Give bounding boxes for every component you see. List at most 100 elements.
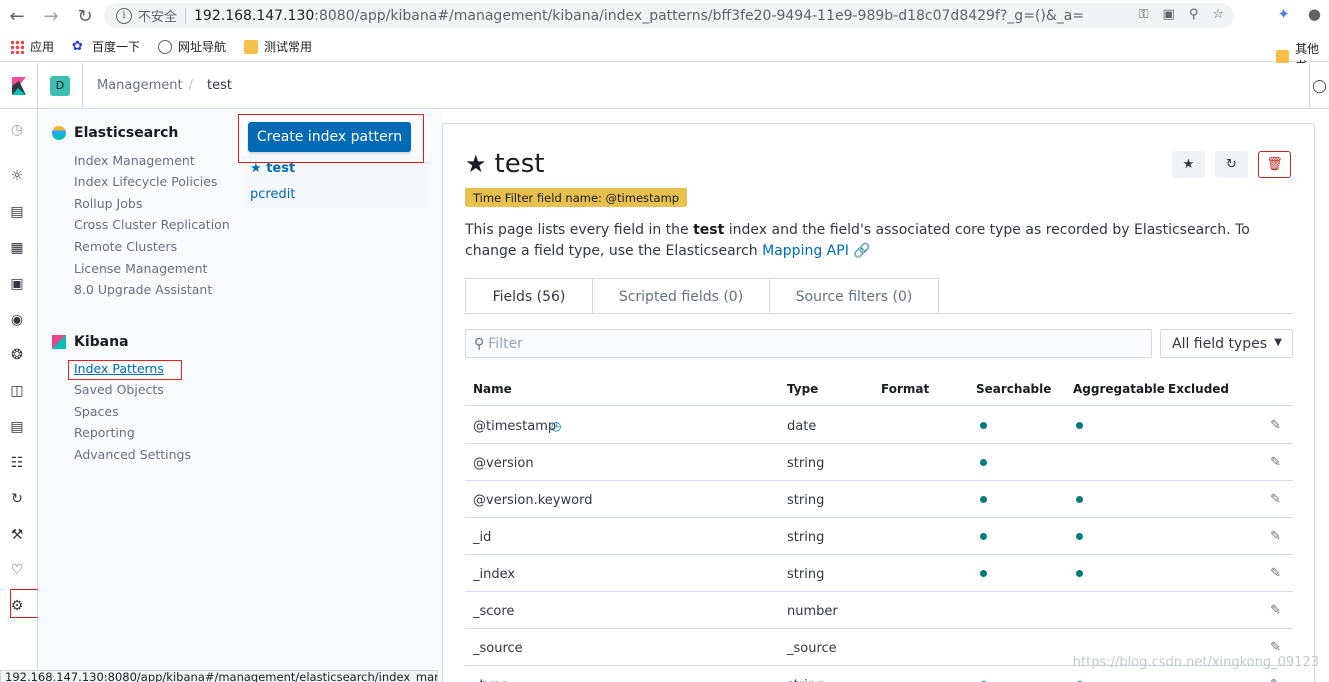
help-icon[interactable]: ◯ xyxy=(1309,63,1329,109)
sidebar-link-saved-objects[interactable]: Saved Objects xyxy=(74,382,164,397)
reload-icon[interactable]: ↻ xyxy=(72,3,98,29)
field-name: @version xyxy=(473,456,534,471)
profile-icon[interactable]: ● xyxy=(1308,5,1321,23)
edit-pencil-icon[interactable]: ✎ xyxy=(1270,455,1281,470)
discover-compass-icon[interactable]: ☼ xyxy=(8,167,26,185)
bookmark-star-icon[interactable]: ☆ xyxy=(1212,7,1224,22)
tab-source-filters[interactable]: Source filters (0) xyxy=(769,278,939,314)
forward-icon[interactable]: → xyxy=(38,3,64,29)
bookmark-label: 应用 xyxy=(30,40,55,54)
sidebar-link-upgrade[interactable]: 8.0 Upgrade Assistant xyxy=(74,282,212,297)
sidebar-link-rollup[interactable]: Rollup Jobs xyxy=(74,196,142,211)
browser-toolbar: ← → ↻ i 不安全 192.168.147.130:8080/app/kib… xyxy=(0,0,1329,32)
url-host: 192.168.147.130 xyxy=(194,7,315,24)
tab-scripted-fields[interactable]: Scripted fields (0) xyxy=(592,278,770,314)
address-bar[interactable]: i 不安全 192.168.147.130:8080/app/kibana#/m… xyxy=(104,3,1234,28)
bookmark-apps[interactable]: 应用 xyxy=(10,38,54,55)
sidebar-link-spaces[interactable]: Spaces xyxy=(74,404,119,419)
sidebar-link-ccr[interactable]: Cross Cluster Replication xyxy=(74,217,230,232)
refresh-fields-button[interactable]: ↻ xyxy=(1215,151,1248,178)
translate-icon[interactable]: ▣ xyxy=(1163,7,1175,22)
search-icon: ⚲ xyxy=(474,335,485,352)
logs-icon[interactable]: ▤ xyxy=(8,418,26,436)
globe-icon xyxy=(158,39,173,54)
field-tabs: Fields (56) Scripted fields (0) Source f… xyxy=(465,278,939,314)
searchable-dot xyxy=(980,533,987,540)
sidebar-link-license[interactable]: License Management xyxy=(74,261,207,276)
canvas-icon[interactable]: ▣ xyxy=(8,275,26,293)
link-label: Mapping API xyxy=(762,243,849,259)
edit-pencil-icon[interactable]: ✎ xyxy=(1270,418,1281,433)
recent-clock-icon[interactable]: ◷ xyxy=(8,121,26,139)
field-type: string xyxy=(787,678,824,682)
back-icon[interactable]: ← xyxy=(4,3,30,29)
field-type-select[interactable]: All field types ▼ xyxy=(1160,329,1293,358)
field-type: string xyxy=(787,493,825,508)
url-text[interactable]: 192.168.147.130:8080/app/kibana#/managem… xyxy=(194,8,1084,24)
col-searchable[interactable]: Searchable xyxy=(976,382,1051,396)
bookmark-folder-test[interactable]: 测试常用 xyxy=(244,38,312,55)
edit-pencil-icon[interactable]: ✎ xyxy=(1270,529,1281,544)
uptime-icon[interactable]: ↻ xyxy=(8,490,26,508)
space-avatar[interactable]: D xyxy=(50,75,70,96)
col-type[interactable]: Type xyxy=(787,382,818,396)
table-row: _id string ✎ xyxy=(465,518,1293,555)
field-type: string xyxy=(787,530,825,545)
field-type: date xyxy=(787,419,817,434)
edit-pencil-icon[interactable]: ✎ xyxy=(1270,492,1281,507)
edit-pencil-icon[interactable]: ✎ xyxy=(1270,603,1281,618)
monitoring-heart-icon[interactable]: ♡ xyxy=(8,561,26,579)
field-name: @timestamp xyxy=(473,419,557,434)
info-icon[interactable]: i xyxy=(116,7,132,24)
field-name: _score xyxy=(473,604,515,619)
kibana-logo-icon[interactable] xyxy=(0,62,38,109)
sidebar-link-ilm[interactable]: Index Lifecycle Policies xyxy=(74,174,217,189)
sidebar-link-remote-clusters[interactable]: Remote Clusters xyxy=(74,239,177,254)
time-filter-badge: Time Filter field name: @timestamp xyxy=(465,188,688,207)
aggregatable-dot xyxy=(1076,422,1083,429)
edit-pencil-icon[interactable]: ✎ xyxy=(1270,566,1281,581)
searchable-dot xyxy=(980,422,987,429)
edit-pencil-icon[interactable]: ✎ xyxy=(1270,677,1281,682)
field-type: string xyxy=(787,456,825,471)
dev-tools-icon[interactable]: ⚒ xyxy=(8,526,26,544)
sidebar-link-reporting[interactable]: Reporting xyxy=(74,425,135,440)
table-row: @version string ✎ xyxy=(465,444,1293,481)
col-aggregatable[interactable]: Aggregatable xyxy=(1073,382,1165,396)
index-pattern-item[interactable]: pcredit xyxy=(250,187,295,202)
filter-input[interactable]: ⚲ Filter xyxy=(465,329,1152,358)
tab-fields[interactable]: Fields (56) xyxy=(465,278,593,314)
sidebar-link-advanced-settings[interactable]: Advanced Settings xyxy=(74,447,191,462)
zoom-icon[interactable]: ⚲ xyxy=(1189,7,1199,22)
table-row: @timestamp ◷ date ✎ xyxy=(465,407,1293,444)
bookmark-nav[interactable]: 网址导航 xyxy=(158,38,226,55)
field-type-value: All field types xyxy=(1172,335,1268,352)
bookmark-baidu[interactable]: ✿ 百度一下 xyxy=(72,38,140,55)
maps-icon[interactable]: ◉ xyxy=(8,311,26,329)
col-name[interactable]: Name xyxy=(473,382,512,396)
set-default-button[interactable]: ★ xyxy=(1172,151,1205,178)
sidebar-link-index-management[interactable]: Index Management xyxy=(74,153,195,168)
header-divider xyxy=(82,62,83,109)
default-star-icon: ★ xyxy=(250,161,262,176)
edit-pencil-icon[interactable]: ✎ xyxy=(1270,640,1281,655)
ml-icon[interactable]: ❂ xyxy=(8,346,26,364)
page-title-text: test xyxy=(494,149,545,179)
col-format[interactable]: Format xyxy=(881,382,929,396)
breadcrumb-management[interactable]: Management xyxy=(97,78,183,93)
bookmark-label: 测试常用 xyxy=(264,40,313,54)
kibana-small-logo-icon xyxy=(52,335,66,349)
searchable-dot xyxy=(980,459,987,466)
dashboard-icon[interactable]: ▦ xyxy=(8,239,26,257)
mapping-api-link[interactable]: Mapping API 🔗 xyxy=(762,243,871,259)
index-pattern-item-default[interactable]: ★ test xyxy=(250,161,295,176)
visualize-chart-icon[interactable]: ▤ xyxy=(8,203,26,221)
delete-index-pattern-button[interactable]: 🗑 xyxy=(1258,151,1291,178)
apm-icon[interactable]: ☷ xyxy=(8,454,26,472)
key-icon[interactable]: ⚿ xyxy=(1139,7,1149,22)
extension-icon[interactable]: ✦ xyxy=(1277,5,1290,23)
col-excluded[interactable]: Excluded xyxy=(1168,382,1229,396)
infrastructure-icon[interactable]: ◫ xyxy=(8,382,26,400)
star-icon: ★ xyxy=(1182,157,1195,172)
address-divider xyxy=(185,7,187,24)
